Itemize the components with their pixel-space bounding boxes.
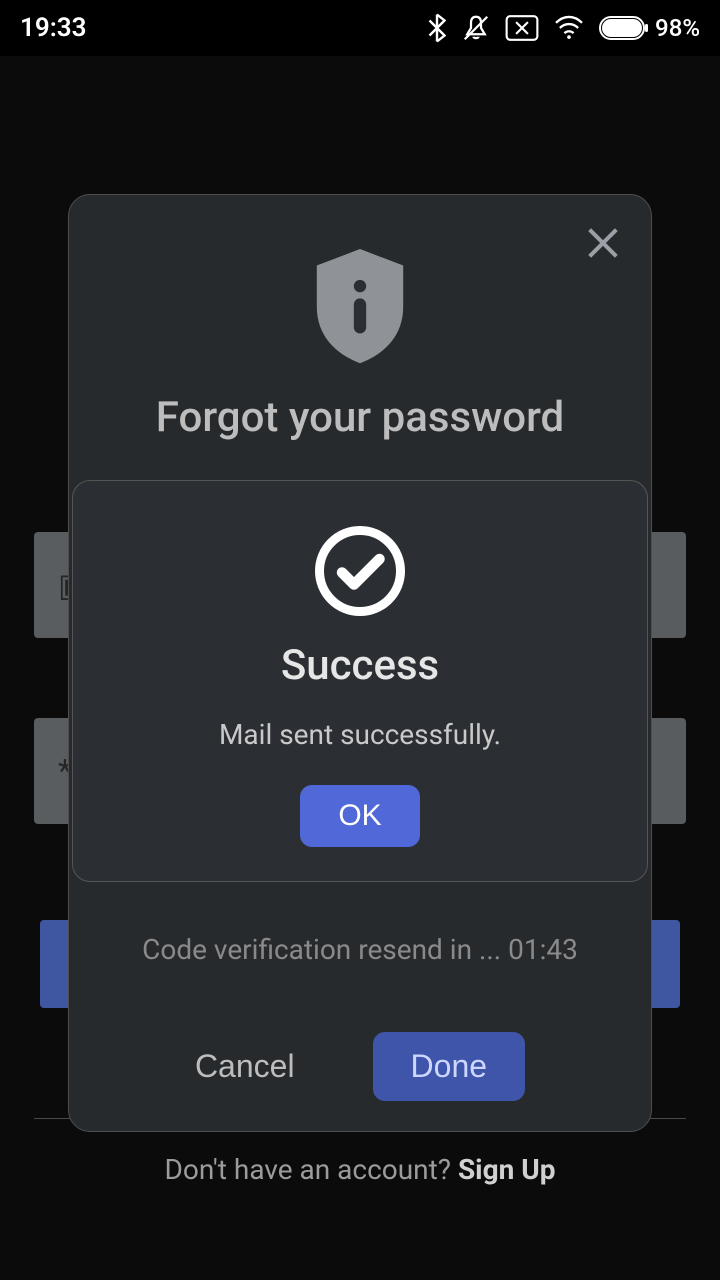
checkmark-circle-icon <box>312 523 408 619</box>
close-icon <box>583 223 623 263</box>
screenshot-x-icon <box>505 15 539 41</box>
shield-info-icon <box>290 247 430 365</box>
signup-link[interactable]: Sign Up <box>458 1153 556 1186</box>
cancel-button[interactable]: Cancel <box>195 1048 295 1085</box>
success-title: Success <box>281 641 439 690</box>
success-dialog: Success Mail sent successfully. OK <box>72 480 648 882</box>
wifi-icon <box>553 15 585 41</box>
success-message: Mail sent successfully. <box>219 718 501 751</box>
resend-message: Code verification resend in ... 01:43 <box>142 933 578 966</box>
done-button[interactable]: Done <box>373 1032 526 1101</box>
battery-icon <box>599 16 649 40</box>
forgot-dialog-actions: Cancel Done <box>195 1032 525 1101</box>
battery-percent: 98% <box>655 14 700 42</box>
bluetooth-icon <box>427 13 447 43</box>
mute-icon <box>461 13 491 43</box>
signup-prompt: Don't have an account? <box>165 1153 458 1186</box>
close-button[interactable] <box>579 219 627 267</box>
status-time: 19:33 <box>20 13 87 43</box>
status-bar: 19:33 98% <box>0 0 720 56</box>
status-icons: 98% <box>427 13 700 43</box>
ok-button[interactable]: OK <box>300 785 419 847</box>
forgot-title: Forgot your password <box>156 393 564 442</box>
